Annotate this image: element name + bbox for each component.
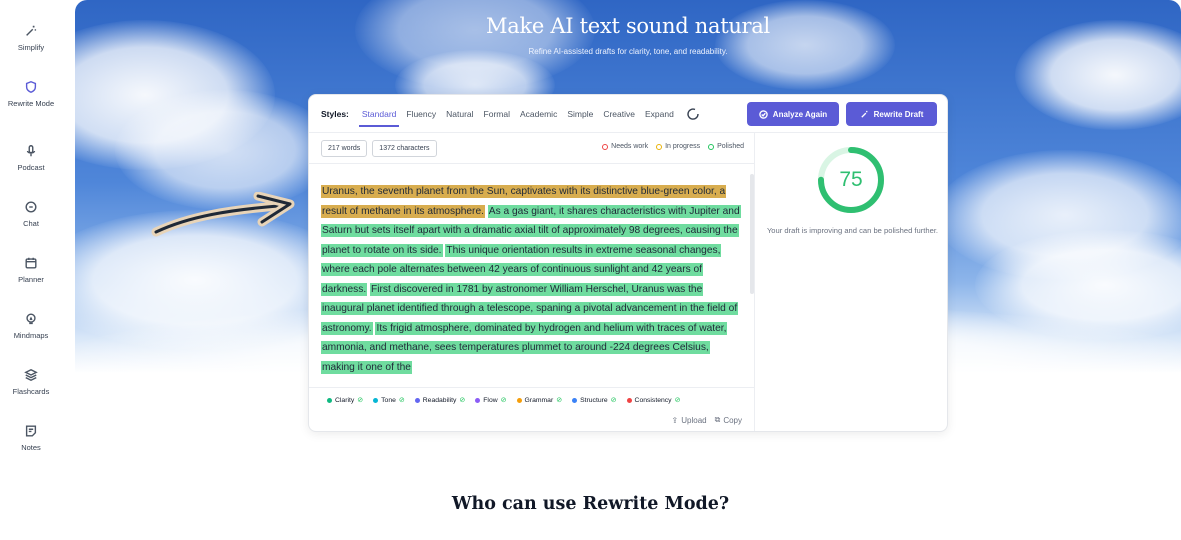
sidebar-item-planner[interactable]: Planner <box>0 256 62 285</box>
tab-creative[interactable]: Creative <box>598 95 640 133</box>
styles-label: Styles: <box>321 108 349 119</box>
analyze-again-button[interactable]: Analyze Again <box>747 102 839 126</box>
status-dot-icon <box>656 143 663 150</box>
sidebar-item-label: Rewrite Mode <box>7 99 55 108</box>
analyze-again-label: Analyze Again <box>772 109 828 119</box>
score-pane: 75 Your draft is improving and can be po… <box>756 133 947 431</box>
hero-title: Make AI text sound natural <box>486 14 770 38</box>
sidebar: Simplify Rewrite Mode Podcast Chat Plann… <box>0 0 62 540</box>
tab-fluency[interactable]: Fluency <box>401 95 441 133</box>
draft-text-area[interactable]: Uranus, the seventh planet from the Sun,… <box>309 163 755 388</box>
check-icon: ⊘ <box>610 397 617 404</box>
dot-icon <box>516 397 522 403</box>
rewrite-draft-label: Rewrite Draft <box>873 109 924 119</box>
check-icon: ⊘ <box>556 397 563 404</box>
sidebar-item-label: Simplify <box>17 43 45 52</box>
dot-icon <box>327 397 332 403</box>
stack-icon <box>24 368 38 382</box>
draft-pane: 217 words 1372 characters Needs work In … <box>309 133 755 431</box>
rewrite-editor: Styles: Standard Fluency Natural Formal … <box>308 94 948 432</box>
metric-grammar: Grammar ⊘ <box>516 396 563 404</box>
sidebar-item-label: Planner <box>18 275 44 284</box>
dot-icon <box>475 397 481 403</box>
copy-button[interactable]: ⧉ Copy <box>715 415 742 425</box>
status-legend: Needs work In progress Polished <box>602 143 744 150</box>
metric-readability: Readability ⊘ <box>414 396 466 404</box>
shield-icon <box>25 80 37 94</box>
character-count: 1372 characters <box>372 140 437 157</box>
sidebar-item-notes[interactable]: Notes <box>0 424 62 453</box>
check-icon: ⊘ <box>674 397 681 404</box>
note-icon <box>25 425 37 437</box>
sidebar-item-label: Notes <box>21 443 41 452</box>
magic-wand-icon <box>26 25 37 36</box>
status-dot-icon <box>602 143 609 150</box>
legend-needs-work: Needs work <box>602 143 648 150</box>
chat-bubble-icon <box>25 201 37 213</box>
lightbulb-icon <box>26 313 36 325</box>
scrollbar[interactable] <box>750 174 754 294</box>
check-circle-icon <box>759 109 768 119</box>
copy-icon: ⧉ <box>714 415 721 424</box>
sidebar-item-podcast[interactable]: Podcast <box>0 144 62 173</box>
dot-icon <box>414 397 420 403</box>
metric-structure: Structure ⊘ <box>572 396 617 404</box>
metric-flow: Flow ⊘ <box>475 396 507 404</box>
dot-icon <box>626 397 632 403</box>
draft-text[interactable]: Uranus, the seventh planet from the Sun,… <box>321 182 743 377</box>
sidebar-item-label: Chat <box>23 219 39 228</box>
tab-expand[interactable]: Expand <box>640 95 679 133</box>
sidebar-item-chat[interactable]: Chat <box>0 200 62 229</box>
metric-consistency: Consistency ⊘ <box>626 396 681 404</box>
sidebar-item-rewrite-mode[interactable]: Rewrite Mode <box>0 80 62 109</box>
style-toolbar: Styles: Standard Fluency Natural Formal … <box>309 95 947 133</box>
sidebar-item-flashcards[interactable]: Flashcards <box>0 368 62 397</box>
sidebar-item-mindmaps[interactable]: Mindmaps <box>0 312 62 341</box>
tab-academic[interactable]: Academic <box>515 95 562 133</box>
tab-formal[interactable]: Formal <box>479 95 515 133</box>
quality-metrics: Clarity ⊘ Tone ⊘ Readability ⊘ Flow ⊘ Gramma… <box>327 396 680 404</box>
score-message: Your draft is improving and can be polis… <box>766 226 939 235</box>
segment-polished[interactable]: Its frigid atmosphere, dominated by hydr… <box>321 321 728 374</box>
dot-icon <box>572 397 578 403</box>
tab-simple[interactable]: Simple <box>562 95 598 133</box>
metric-clarity: Clarity ⊘ <box>327 396 363 404</box>
check-icon: ⊘ <box>398 397 405 404</box>
legend-polished: Polished <box>708 143 744 150</box>
rewrite-draft-button[interactable]: Rewrite Draft <box>846 102 937 126</box>
check-icon: ⊘ <box>357 397 364 404</box>
microphone-icon <box>26 145 36 157</box>
page: Simplify Rewrite Mode Podcast Chat Plann… <box>0 0 1181 540</box>
check-icon: ⊘ <box>500 397 507 404</box>
calendar-icon <box>25 257 37 269</box>
section-title: Who can use Rewrite Mode? <box>451 494 730 514</box>
sidebar-item-simplify[interactable]: Simplify <box>0 24 62 53</box>
upload-icon: ⇪ <box>671 415 679 425</box>
arrow-icon <box>151 192 295 237</box>
tab-standard[interactable]: Standard <box>357 95 402 133</box>
text-counts: 217 words 1372 characters <box>321 140 437 157</box>
sidebar-item-label: Flashcards <box>12 387 50 396</box>
metric-tone: Tone ⊘ <box>373 396 405 404</box>
upload-button[interactable]: ⇪ Upload <box>672 415 707 425</box>
sidebar-item-label: Mindmaps <box>13 331 49 340</box>
refresh-icon[interactable] <box>685 106 701 122</box>
legend-in-progress: In progress <box>656 143 700 150</box>
magic-wand-icon <box>860 110 868 118</box>
sidebar-item-label: Podcast <box>17 163 45 172</box>
dot-icon <box>373 397 379 403</box>
hero-subtitle: Refine AI-assisted drafts for clarity, t… <box>528 47 728 56</box>
tab-natural[interactable]: Natural <box>441 95 478 133</box>
score-value: 75 <box>839 168 863 191</box>
draft-actions: ⇪ Upload ⧉ Copy <box>672 415 742 425</box>
check-icon: ⊘ <box>459 397 466 404</box>
status-dot-icon <box>708 143 715 150</box>
word-count: 217 words <box>321 140 368 157</box>
